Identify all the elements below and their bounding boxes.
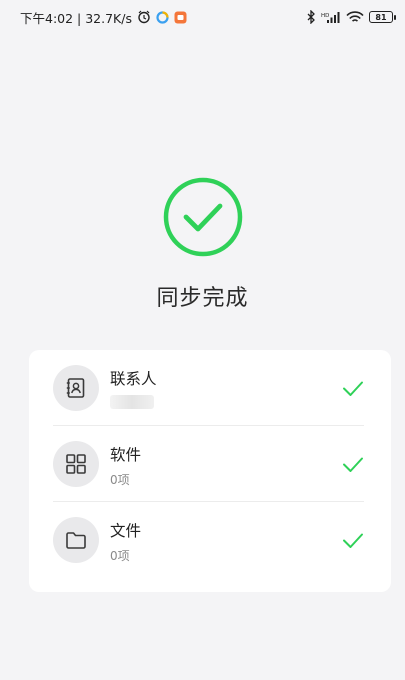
- apps-icon-wrap: [53, 440, 99, 487]
- status-bar: 下午4:02 | 32.7K/s HD 81: [0, 0, 405, 34]
- list-item-text: 联系人: [110, 367, 342, 409]
- list-item-title: 文件: [110, 522, 142, 540]
- list-item-files[interactable]: 文件 0项: [53, 502, 364, 578]
- status-left: 下午4:02 | 32.7K/s: [20, 8, 187, 27]
- list-item-title: 软件: [110, 445, 142, 464]
- list-item-text: 软件 0项: [110, 443, 342, 487]
- folder-icon: [66, 532, 86, 549]
- list-item-contacts[interactable]: 联系人: [53, 350, 364, 426]
- list-item-subtitle: 0项: [110, 549, 130, 563]
- list-item-text: 文件 0项: [110, 519, 342, 563]
- alarm-icon: [137, 10, 151, 24]
- check-icon: [343, 457, 363, 472]
- sync-items-card: 联系人 软件 0项 文件 0项: [29, 350, 391, 592]
- apps-grid-icon: [66, 453, 86, 474]
- blurred-subtitle: [110, 394, 154, 409]
- list-item-subtitle: 0项: [110, 472, 130, 487]
- svg-text:HD: HD: [321, 13, 329, 19]
- files-icon-wrap: [53, 517, 99, 563]
- list-item-subtitle: [110, 394, 342, 409]
- app-ring-icon: [156, 10, 169, 24]
- battery-indicator: 81: [369, 11, 396, 23]
- list-item-title: 联系人: [110, 369, 157, 388]
- check-icon: [343, 533, 363, 548]
- app-orange-icon: [174, 11, 187, 24]
- check-icon: [343, 381, 363, 396]
- status-right: HD 81: [306, 10, 396, 24]
- list-item-apps[interactable]: 软件 0项: [53, 426, 364, 502]
- time-speed-text: 下午4:02 | 32.7K/s: [20, 10, 132, 26]
- sync-result: 同步完成: [0, 176, 405, 312]
- cellular-signal-icon: HD: [321, 11, 341, 24]
- wifi-icon: [346, 10, 364, 24]
- check-circle-icon: [163, 177, 242, 257]
- contacts-icon-wrap: [53, 364, 99, 411]
- contacts-icon: [66, 377, 85, 398]
- bluetooth-icon: [306, 10, 316, 24]
- page-title: 同步完成: [156, 286, 249, 311]
